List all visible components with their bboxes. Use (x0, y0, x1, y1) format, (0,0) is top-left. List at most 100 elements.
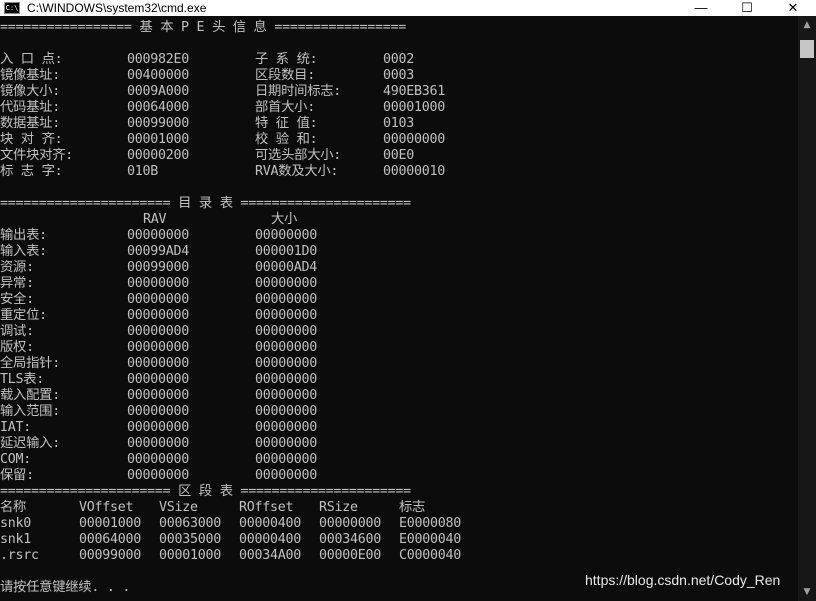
field-label: 代码基址: (0, 100, 60, 115)
cmd-app-icon[interactable]: C:\ (4, 2, 20, 14)
field-value: 00000200 (127, 148, 189, 163)
pe-header-banner: ================= 基 本 P E 头 信 息 ========… (0, 20, 406, 35)
section-roffset: 00000400 (239, 532, 301, 547)
section-name: .rsrc (0, 548, 39, 563)
field-value: 00001000 (127, 132, 189, 147)
sections-header-row: 名称 VOffset VSize ROffset RSize 标志 (0, 500, 425, 516)
directory-rav: 00000000 (127, 340, 189, 355)
directory-size: 00000000 (255, 356, 317, 371)
directory-size: 00000AD4 (255, 260, 317, 275)
directory-rav: 00000000 (127, 388, 189, 403)
field-value: 010B (127, 164, 158, 179)
section-rsize: 00000E00 (319, 548, 381, 563)
directory-name: 全局指针: (0, 356, 60, 371)
watermark-url: https://blog.csdn.net/Cody_Ren (585, 572, 781, 588)
directory-rav: 00000000 (127, 276, 189, 291)
section-vsize: 00063000 (159, 516, 221, 531)
field-label: 特 征 值: (255, 116, 318, 131)
close-icon: ✕ (787, 0, 799, 15)
continue-prompt: 请按任意键继续. . . (0, 580, 131, 595)
field-label: 镜像基址: (0, 68, 60, 83)
directory-rav: 00099000 (127, 260, 189, 275)
directory-name: 安全: (0, 292, 34, 307)
field-label: 部首大小: (255, 100, 315, 115)
section-flags: E0000040 (399, 532, 461, 547)
directory-name: 资源: (0, 260, 34, 275)
column-header-vsize: VSize (159, 500, 198, 515)
field-value: 00000010 (383, 164, 445, 179)
directory-name: TLS表: (0, 372, 45, 387)
scroll-down-icon[interactable]: ▼ (798, 583, 816, 601)
directory-rav: 00000000 (127, 372, 189, 387)
directory-rav: 00099AD4 (127, 244, 189, 259)
column-header-flags: 标志 (399, 500, 426, 515)
field-label: 子 系 统: (255, 52, 318, 67)
directory-rav: 00000000 (127, 404, 189, 419)
vertical-scrollbar[interactable]: ▲ ▼ (798, 16, 816, 601)
section-voffset: 00001000 (79, 516, 141, 531)
directory-size: 00000000 (255, 324, 317, 339)
scroll-up-icon[interactable]: ▲ (798, 16, 816, 34)
directory-name: 载入配置: (0, 388, 60, 403)
field-label: 校 验 和: (255, 132, 318, 147)
column-header-voffset: VOffset (79, 500, 134, 515)
section-vsize: 00035000 (159, 532, 221, 547)
maximize-button[interactable]: ☐ (724, 0, 770, 16)
field-label: 日期时间标志: (255, 84, 342, 99)
directory-name: 调试: (0, 324, 34, 339)
directory-size: 00000000 (255, 276, 317, 291)
directory-size: 00000000 (255, 388, 317, 403)
directory-banner: ====================== 目 录 表 ===========… (0, 196, 411, 211)
console-output[interactable]: ================= 基 本 P E 头 信 息 ========… (0, 16, 798, 601)
field-label: 数据基址: (0, 116, 60, 131)
field-label: 区段数目: (255, 68, 315, 83)
section-flags: E0000080 (399, 516, 461, 531)
directory-size: 00000000 (255, 436, 317, 451)
column-header-size: 大小 (271, 212, 298, 227)
window-title: C:\WINDOWS\system32\cmd.exe (27, 1, 207, 15)
directory-name: 保留: (0, 468, 34, 483)
field-label: 文件块对齐: (0, 148, 73, 163)
directory-name: COM: (0, 452, 31, 467)
directory-name: 延迟输入: (0, 436, 60, 451)
directory-size: 00000000 (255, 372, 317, 387)
directory-rav: 00000000 (127, 292, 189, 307)
directory-size: 000001D0 (255, 244, 317, 259)
field-value: 00099000 (127, 116, 189, 131)
section-voffset: 00099000 (79, 548, 141, 563)
maximize-icon: ☐ (741, 0, 753, 15)
directory-rav: 00000000 (127, 436, 189, 451)
directory-name: 重定位: (0, 308, 47, 323)
directory-rav: 00000000 (127, 324, 189, 339)
field-value: 00000000 (383, 132, 445, 147)
minimize-button[interactable]: — (678, 0, 724, 16)
directory-size: 00000000 (255, 308, 317, 323)
scrollbar-thumb[interactable] (800, 40, 814, 58)
directory-rav: 00000000 (127, 356, 189, 371)
field-value: 000982E0 (127, 52, 189, 67)
directory-size: 00000000 (255, 452, 317, 467)
field-value: 00E0 (383, 148, 414, 163)
title-bar[interactable]: C:\ C:\WINDOWS\system32\cmd.exe — ☐ ✕ (0, 0, 816, 16)
directory-rav: 00000000 (127, 452, 189, 467)
directory-rav: 00000000 (127, 420, 189, 435)
directory-name: 输入范围: (0, 404, 60, 419)
directory-size: 00000000 (255, 468, 317, 483)
field-value: 00001000 (383, 100, 445, 115)
section-name: snk1 (0, 532, 31, 547)
section-vsize: 00001000 (159, 548, 221, 563)
field-value: 0002 (383, 52, 414, 67)
directory-name: 版权: (0, 340, 34, 355)
close-button[interactable]: ✕ (770, 0, 816, 16)
section-voffset: 00064000 (79, 532, 141, 547)
field-label: 标 志 字: (0, 164, 63, 179)
section-name: snk0 (0, 516, 31, 531)
field-label: RVA数及大小: (255, 164, 339, 179)
column-header-rav: RAV (143, 212, 167, 227)
directory-name: 异常: (0, 276, 34, 291)
section-flags: C0000040 (399, 548, 461, 563)
directory-rav: 00000000 (127, 228, 189, 243)
directory-size: 00000000 (255, 404, 317, 419)
field-label: 块 对 齐: (0, 132, 63, 147)
directory-rav: 00000000 (127, 308, 189, 323)
